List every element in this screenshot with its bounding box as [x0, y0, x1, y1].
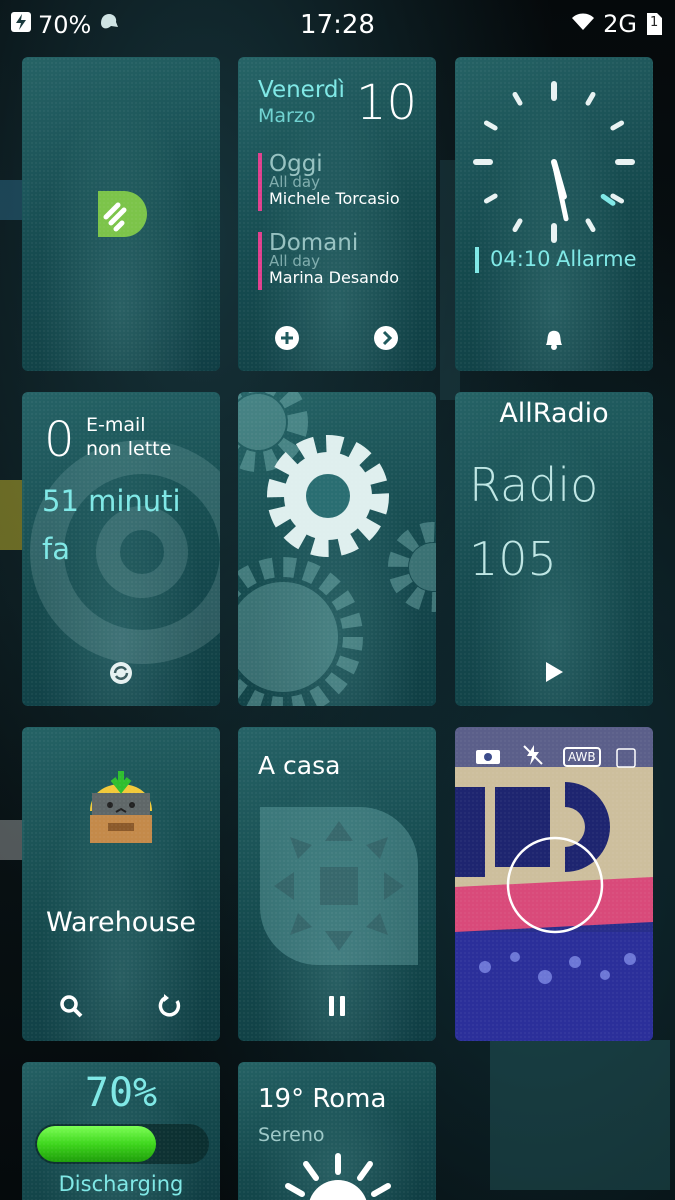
network-type: 2G	[603, 10, 637, 38]
battery-tile[interactable]: 70% Discharging	[22, 1062, 220, 1200]
radio-tile[interactable]: AllRadio Radio 105	[455, 392, 653, 706]
location-profile-tile[interactable]: A casa	[238, 727, 436, 1041]
weather-temperature: 19°	[258, 1084, 305, 1114]
unread-label-line1: E-mail	[86, 414, 146, 436]
wifi-icon	[571, 10, 595, 38]
analog-clock	[469, 77, 639, 251]
gears-icon	[238, 392, 436, 706]
awb-badge: AWB	[563, 747, 601, 767]
battery-bar-fill	[37, 1126, 156, 1162]
refresh-icon[interactable]	[157, 993, 183, 1023]
battery-bar-track	[35, 1124, 209, 1164]
calendar-event[interactable]: Domani All day Marina Desando	[258, 230, 433, 292]
radio-app-name: AllRadio	[499, 398, 609, 429]
play-icon[interactable]	[543, 660, 565, 688]
shutter-icon[interactable]	[505, 835, 605, 939]
weather-temp-city: 19° Roma	[258, 1084, 386, 1114]
location-badge-icon	[260, 807, 418, 969]
event-title: Michele Torcasio	[269, 189, 400, 208]
iso-icon	[615, 745, 637, 775]
add-icon[interactable]	[274, 325, 300, 355]
location-profile-name: A casa	[258, 751, 341, 780]
clock-tick	[585, 218, 596, 233]
feedly-tile[interactable]	[22, 57, 220, 371]
event-color-bar	[258, 232, 262, 290]
unread-label-line2: non lette	[86, 438, 172, 460]
clock-tick	[610, 120, 625, 131]
clock-tick	[512, 91, 523, 106]
flash-off-icon	[521, 743, 545, 771]
alarm-bell-icon[interactable]	[541, 327, 567, 355]
warehouse-app-name: Warehouse	[45, 907, 197, 938]
clock-tick	[585, 91, 596, 106]
unread-count: 0	[44, 412, 75, 468]
email-tile[interactable]: 0 E-mail non lette 51 minuti fa	[22, 392, 220, 706]
search-icon[interactable]	[58, 993, 84, 1023]
battery-status: Discharging	[58, 1172, 184, 1196]
sim-slot-number: 1	[650, 15, 659, 30]
sun-icon	[278, 1150, 398, 1200]
weather-tile[interactable]: 19° Roma Sereno	[238, 1062, 436, 1200]
calendar-day: 10	[356, 75, 418, 131]
camera-tile[interactable]: AWB	[455, 727, 653, 1041]
calendar-event[interactable]: Oggi All day Michele Torcasio	[258, 151, 433, 213]
event-color-bar	[258, 153, 262, 211]
alarm-indicator-bar	[475, 247, 479, 273]
sync-time-line1: 51 minuti	[42, 484, 181, 518]
next-icon[interactable]	[373, 325, 399, 355]
station-line2: 105	[469, 532, 557, 586]
clock-tick	[512, 218, 523, 233]
clock-tick	[483, 193, 498, 204]
station-line1: Radio	[469, 458, 599, 512]
settings-tile[interactable]	[238, 392, 436, 706]
alarm-time: 04:10	[490, 247, 551, 271]
clock-tick	[610, 193, 625, 204]
weather-city: Roma	[312, 1084, 387, 1114]
refresh-sync-icon[interactable]	[108, 660, 134, 690]
calendar-weekday: Venerdì	[258, 77, 345, 103]
alarm-label: Allarme	[556, 247, 637, 271]
warehouse-tile[interactable]: Warehouse	[22, 727, 220, 1041]
battery-percent: 70%	[84, 1070, 158, 1116]
feedly-logo	[94, 187, 148, 245]
clock-tile[interactable]: 04:10 Allarme	[455, 57, 653, 371]
event-title: Marina Desando	[269, 268, 400, 287]
clock-tick	[483, 120, 498, 131]
calendar-month: Marzo	[258, 105, 316, 127]
pause-icon[interactable]	[326, 994, 348, 1022]
status-bar: 70% 17:28 2G 1	[0, 0, 675, 50]
camera-icon	[475, 747, 501, 769]
warehouse-logo	[82, 767, 160, 849]
sync-time-line2: fa	[42, 532, 70, 566]
calendar-tile[interactable]: Venerdì Marzo 10 Oggi All day Michele To…	[238, 57, 436, 371]
weather-condition: Sereno	[258, 1124, 325, 1146]
sim-icon: 1	[645, 12, 663, 36]
